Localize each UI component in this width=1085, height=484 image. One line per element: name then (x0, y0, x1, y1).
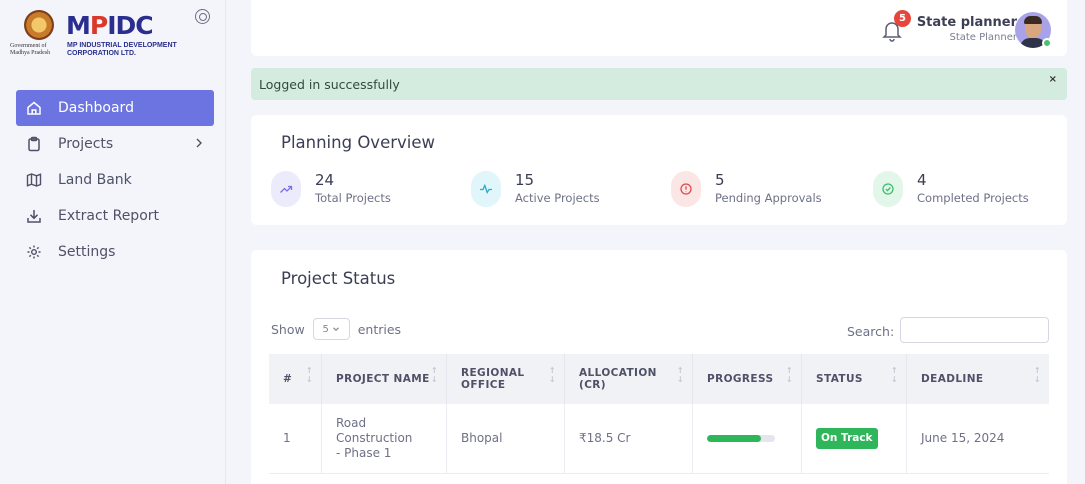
column-header-project-name[interactable]: PROJECT NAME ↑ ↓ (322, 354, 447, 404)
alert-circle-icon (671, 171, 701, 207)
home-icon (26, 100, 42, 116)
top-bar: 5 State planner State Planner (251, 0, 1067, 56)
close-icon[interactable]: × (1049, 74, 1057, 85)
logo-corp-line1: MP INDUSTRIAL DEVELOPMENT (67, 42, 177, 49)
column-label: STATUS (816, 373, 863, 385)
stat-label: Pending Approvals (715, 191, 822, 205)
search-input[interactable] (900, 317, 1049, 343)
stat-label: Completed Projects (917, 191, 1029, 205)
cell-allocation: ₹18.5 Cr (565, 404, 693, 473)
logo-wordmark: MPIDC (66, 11, 154, 40)
state-emblem-icon (24, 10, 54, 40)
entries-select[interactable]: 5 (312, 318, 350, 340)
entries-value: 5 (322, 323, 329, 335)
logo-government-line1: Government of (10, 43, 47, 49)
logo-word-p: P (89, 11, 108, 40)
map-icon (26, 172, 42, 188)
card-title: Planning Overview (281, 133, 436, 152)
online-status-dot (1042, 38, 1052, 48)
stat-label: Total Projects (315, 191, 391, 205)
logo-word-m: M (66, 11, 91, 40)
table-header: # ↑ ↓ PROJECT NAME ↑ ↓ REGIONAL OFFICE ↑ ↓ … (269, 354, 1049, 404)
sidebar-item-label: Land Bank (58, 172, 132, 188)
column-label: ALLOCATION (CR) (579, 367, 657, 391)
cell-project-name: Road Construction - Phase 1 (322, 404, 447, 473)
status-badge: On Track (816, 428, 878, 449)
logo-corporation-text: MP INDUSTRIAL DEVELOPMENT CORPORATION LT… (67, 42, 177, 58)
logo-government-line2: Madhya Pradesh (10, 50, 51, 56)
project-table: # ↑ ↓ PROJECT NAME ↑ ↓ REGIONAL OFFICE ↑ ↓ … (269, 354, 1049, 474)
stat-value: 15 (515, 171, 535, 189)
stat-value: 5 (715, 171, 725, 189)
logo-word-idc: IDC (107, 11, 153, 40)
column-label: REGIONAL OFFICE (461, 367, 525, 391)
project-status-card: Project Status Show 5 entries Search: # … (251, 250, 1067, 484)
sidebar-item-land-bank[interactable]: Land Bank (16, 162, 214, 198)
activity-icon (471, 171, 501, 207)
download-icon (26, 208, 42, 224)
chevron-right-icon (194, 137, 204, 153)
sidebar-toggle-icon[interactable] (195, 9, 210, 24)
logo-government-text: Government of Madhya Pradesh (10, 43, 66, 57)
search-label: Search: (847, 324, 895, 339)
sort-icon: ↑ ↓ (676, 366, 684, 384)
table-row[interactable]: 1 Road Construction - Phase 1 Bhopal ₹18… (269, 404, 1049, 474)
column-label: # (283, 373, 293, 385)
column-header-deadline[interactable]: DEADLINE ↑ ↓ (907, 354, 1049, 404)
table-body: 1 Road Construction - Phase 1 Bhopal ₹18… (269, 404, 1049, 474)
cell-index: 1 (269, 404, 322, 473)
column-label: PROGRESS (707, 373, 774, 385)
column-label: PROJECT NAME (336, 373, 430, 385)
column-header-regional-office[interactable]: REGIONAL OFFICE ↑ ↓ (447, 354, 565, 404)
planning-overview-card: Planning Overview 24 Total Projects 15 A… (251, 115, 1067, 225)
progress-fill (707, 435, 762, 442)
sidebar-item-settings[interactable]: Settings (16, 234, 214, 270)
chevron-down-icon (332, 327, 339, 332)
stat-label: Active Projects (515, 191, 600, 205)
logo[interactable]: MPIDC Government of Madhya Pradesh MP IN… (10, 10, 210, 64)
column-header-progress[interactable]: PROGRESS ↑ ↓ (693, 354, 802, 404)
card-title: Project Status (281, 269, 396, 288)
sort-icon: ↑ ↓ (548, 366, 556, 384)
cell-progress (693, 404, 802, 473)
sort-icon: ↑ ↓ (305, 366, 313, 384)
clipboard-icon (26, 136, 42, 152)
sidebar-nav: Dashboard Projects Land Bank Extract Rep… (16, 90, 214, 270)
avatar-hair (1024, 16, 1042, 24)
cell-status: On Track (802, 404, 907, 473)
stat-value: 4 (917, 171, 927, 189)
sort-icon: ↑ ↓ (785, 366, 793, 384)
column-label: DEADLINE (921, 373, 984, 385)
gear-icon (26, 244, 42, 260)
user-role: State Planner (949, 32, 1017, 43)
user-name[interactable]: State planner (917, 15, 1017, 30)
sort-icon: ↑ ↓ (890, 366, 898, 384)
sidebar-item-projects[interactable]: Projects (16, 126, 214, 162)
sidebar-item-dashboard[interactable]: Dashboard (16, 90, 214, 126)
stat-value: 24 (315, 171, 335, 189)
alert-message: Logged in successfully (259, 76, 400, 92)
cell-deadline: June 15, 2024 (921, 431, 1005, 445)
entries-control: Show 5 entries (271, 318, 401, 340)
success-alert: Logged in successfully × (251, 68, 1067, 100)
column-header-index[interactable]: # ↑ ↓ (269, 354, 322, 404)
check-circle-icon (873, 171, 903, 207)
column-header-allocation[interactable]: ALLOCATION (CR) ↑ ↓ (565, 354, 693, 404)
sort-icon: ↑ ↓ (1033, 366, 1041, 384)
show-label: Show (271, 321, 305, 337)
logo-corp-line2: CORPORATION LTD. (67, 50, 136, 57)
notification-badge[interactable]: 5 (894, 10, 911, 27)
sort-icon: ↑ ↓ (430, 366, 438, 384)
entries-label: entries (357, 321, 402, 337)
sidebar-item-label: Dashboard (58, 100, 134, 116)
cell-regional-office: Bhopal (447, 404, 565, 473)
sidebar-item-label: Settings (58, 244, 116, 260)
column-header-status[interactable]: STATUS ↑ ↓ (802, 354, 907, 404)
sidebar-item-label: Projects (58, 136, 114, 152)
sidebar: MPIDC Government of Madhya Pradesh MP IN… (0, 0, 226, 484)
progress-bar (707, 435, 775, 442)
trending-up-icon (271, 171, 301, 207)
sidebar-item-label: Extract Report (58, 208, 160, 224)
sidebar-item-extract-report[interactable]: Extract Report (16, 198, 214, 234)
